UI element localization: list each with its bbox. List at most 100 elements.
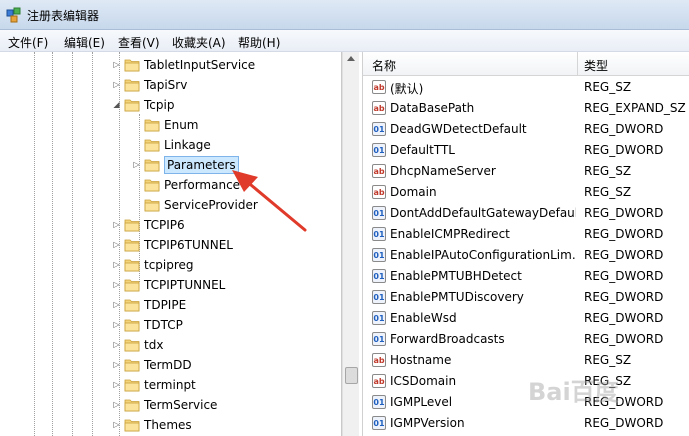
dword-value-icon: 01 — [372, 143, 386, 157]
tree-item-terminpt[interactable]: ▷ terminpt — [0, 375, 341, 395]
value-name: Hostname — [390, 353, 452, 367]
menu-view[interactable]: 查看(V) — [118, 34, 160, 51]
scrollbar-thumb[interactable] — [345, 367, 358, 384]
string-value-icon: ab — [372, 185, 386, 199]
expand-icon[interactable]: ▷ — [112, 340, 121, 349]
tree-item-label: tcpipreg — [144, 258, 194, 272]
value-name: EnablePMTUDiscovery — [390, 290, 524, 304]
tree-item-label: TapiSrv — [144, 78, 188, 92]
value-type: REG_DWORD — [584, 206, 664, 220]
value-row[interactable]: ab Hostname REG_SZ — [363, 350, 689, 371]
expand-icon[interactable]: ▷ — [112, 80, 121, 89]
value-type: REG_EXPAND_SZ — [584, 101, 686, 115]
value-row[interactable]: ab Domain REG_SZ — [363, 182, 689, 203]
value-name: Domain — [390, 185, 437, 199]
value-row[interactable]: 01 IGMPVersion REG_DWORD — [363, 413, 689, 434]
tree-item-label: Linkage — [164, 138, 211, 152]
tree-item-label: TCPIP6 — [144, 218, 185, 232]
expand-icon[interactable]: ▷ — [112, 240, 121, 249]
menu-bar: 文件(F) 编辑(E) 查看(V) 收藏夹(A) 帮助(H) — [0, 30, 689, 52]
tree-item-label: terminpt — [144, 378, 196, 392]
dword-value-icon: 01 — [372, 269, 386, 283]
tree-item-serviceprovider[interactable]: ServiceProvider — [0, 195, 341, 215]
value-name: EnableWsd — [390, 311, 457, 325]
expand-icon[interactable]: ▷ — [112, 260, 121, 269]
watermark: Bai百度 — [528, 378, 619, 406]
value-row[interactable]: ab ICSDomain REG_SZ — [363, 371, 689, 392]
tree-item-termdd[interactable]: ▷ TermDD — [0, 355, 341, 375]
folder-icon — [124, 279, 140, 292]
value-name: EnablePMTUBHDetect — [390, 269, 522, 283]
value-name: DefaultTTL — [390, 143, 455, 157]
expand-icon[interactable]: ▷ — [112, 360, 121, 369]
value-row[interactable]: ab (默认) REG_SZ — [363, 77, 689, 98]
tree-item-performance[interactable]: Performance — [0, 175, 341, 195]
folder-icon — [124, 219, 140, 232]
tree-item-label: ServiceProvider — [164, 198, 258, 212]
registry-tree[interactable]: ▷ TabletInputService ▷ TapiSrv ◢ Tcpip Enum Lin… — [0, 52, 342, 436]
tree-item-tdtcp[interactable]: ▷ TDTCP — [0, 315, 341, 335]
column-header-type[interactable]: 类型 — [584, 57, 608, 74]
expand-icon[interactable]: ▷ — [112, 380, 121, 389]
value-row[interactable]: 01 ForwardBroadcasts REG_DWORD — [363, 329, 689, 350]
expand-icon[interactable]: ▷ — [112, 280, 121, 289]
value-row[interactable]: 01 EnableIPAutoConfigurationLim... REG_DWO… — [363, 245, 689, 266]
tree-item-label: Performance — [164, 178, 241, 192]
value-row[interactable]: 01 DeadGWDetectDefault REG_DWORD — [363, 119, 689, 140]
expand-icon[interactable]: ▷ — [112, 400, 121, 409]
menu-favorites[interactable]: 收藏夹(A) — [172, 34, 226, 51]
expand-icon[interactable]: ▷ — [112, 320, 121, 329]
value-row[interactable]: ab DataBasePath REG_EXPAND_SZ — [363, 98, 689, 119]
tree-item-tcpip6[interactable]: ▷ TCPIP6 — [0, 215, 341, 235]
value-row[interactable]: 01 EnablePMTUDiscovery REG_DWORD — [363, 287, 689, 308]
value-type: REG_DWORD — [584, 332, 664, 346]
tree-item-tcpiptunnel[interactable]: ▷ TCPIPTUNNEL — [0, 275, 341, 295]
value-type: REG_DWORD — [584, 143, 664, 157]
menu-help[interactable]: 帮助(H) — [238, 34, 280, 51]
tree-item-termservice[interactable]: ▷ TermService — [0, 395, 341, 415]
tree-item-label: Themes — [144, 418, 192, 432]
window-title: 注册表编辑器 — [27, 9, 100, 23]
menu-edit[interactable]: 编辑(E) — [64, 34, 105, 51]
column-divider[interactable] — [577, 52, 578, 76]
scroll-up-icon[interactable] — [347, 56, 355, 61]
value-row[interactable]: 01 DefaultTTL REG_DWORD — [363, 140, 689, 161]
expand-icon[interactable]: ▷ — [112, 420, 121, 429]
value-row[interactable]: 01 DontAddDefaultGatewayDefault REG_DWORD — [363, 203, 689, 224]
value-type: REG_DWORD — [584, 311, 664, 325]
tree-item-enum[interactable]: Enum — [0, 115, 341, 135]
tree-item-tdx[interactable]: ▷ tdx — [0, 335, 341, 355]
tree-item-linkage[interactable]: Linkage — [0, 135, 341, 155]
expand-icon[interactable]: ▷ — [112, 220, 121, 229]
expand-icon[interactable]: ▷ — [112, 60, 121, 69]
column-header-name[interactable]: 名称 — [372, 57, 396, 74]
menu-file[interactable]: 文件(F) — [8, 34, 48, 51]
value-type: REG_DWORD — [584, 290, 664, 304]
value-row[interactable]: 01 IGMPLevel REG_DWORD — [363, 392, 689, 413]
tree-item-tcpip[interactable]: ◢ Tcpip — [0, 95, 341, 115]
tree-item-tcpipreg[interactable]: ▷ tcpipreg — [0, 255, 341, 275]
folder-icon — [144, 139, 160, 152]
expand-icon[interactable]: ▷ — [112, 300, 121, 309]
tree-item-tdpipe[interactable]: ▷ TDPIPE — [0, 295, 341, 315]
folder-icon — [124, 299, 140, 312]
tree-item-parameters[interactable]: ▷ Parameters — [0, 155, 341, 175]
tree-item-tapisrv[interactable]: ▷ TapiSrv — [0, 75, 341, 95]
value-row[interactable]: 01 EnableWsd REG_DWORD — [363, 308, 689, 329]
tree-item-tcpip6tunnel[interactable]: ▷ TCPIP6TUNNEL — [0, 235, 341, 255]
dword-value-icon: 01 — [372, 395, 386, 409]
tree-item-tabletinputservice[interactable]: ▷ TabletInputService — [0, 55, 341, 75]
list-header: 名称 类型 — [363, 52, 689, 76]
tree-scrollbar[interactable] — [342, 52, 359, 436]
value-type: REG_SZ — [584, 353, 632, 367]
value-row[interactable]: 01 EnableICMPRedirect REG_DWORD — [363, 224, 689, 245]
tree-item-themes[interactable]: ▷ Themes — [0, 415, 341, 435]
folder-icon — [124, 99, 140, 112]
expand-icon[interactable]: ▷ — [132, 160, 141, 169]
value-row[interactable]: ab DhcpNameServer REG_SZ — [363, 161, 689, 182]
value-type: REG_DWORD — [584, 122, 664, 136]
value-type: REG_DWORD — [584, 248, 664, 262]
value-row[interactable]: 01 EnablePMTUBHDetect REG_DWORD — [363, 266, 689, 287]
folder-icon — [124, 379, 140, 392]
collapse-icon[interactable]: ◢ — [112, 100, 121, 109]
